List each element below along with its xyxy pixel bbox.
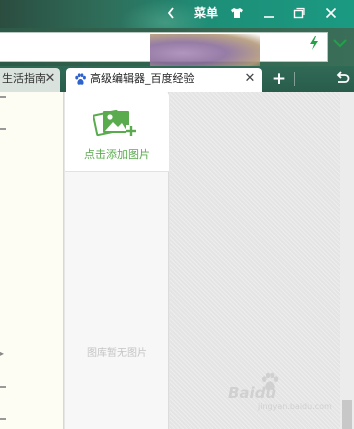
tab-previous[interactable]: 生活指南 ✕ [0, 68, 60, 92]
shirt-icon [231, 8, 243, 18]
vertical-scrollbar[interactable] [340, 92, 354, 429]
tab-strip: 生活指南 ✕ 高级编辑器_百度经验 ✕ + [0, 66, 354, 92]
undo-close-tab-button[interactable] [334, 71, 350, 87]
add-image-icon [93, 109, 136, 137]
gallery-empty-message: 图库暂无图片 [87, 348, 147, 359]
lightning-glyph [310, 36, 318, 50]
lightning-icon[interactable] [308, 35, 322, 51]
add-image-label: 点击添加图片 [84, 148, 150, 161]
new-tab-button[interactable]: + [270, 70, 288, 88]
baidu-paw-icon [75, 73, 86, 85]
title-bar: 菜单 [0, 0, 354, 28]
panel-marker [0, 128, 6, 130]
tab-separator [294, 72, 295, 86]
minimize-button[interactable] [262, 2, 276, 24]
tab-close-button[interactable]: ✕ [44, 68, 56, 90]
minimize-icon [264, 16, 274, 18]
scrollbar-thumb[interactable] [342, 400, 352, 429]
chevron-down-icon [333, 39, 347, 48]
skin-button[interactable] [230, 2, 244, 24]
image-gallery: 点击添加图片 图库暂无图片 [65, 92, 169, 429]
tab-active[interactable]: 高级编辑器_百度经验 ✕ [66, 68, 262, 92]
maximize-button[interactable] [292, 2, 306, 24]
close-icon [325, 7, 337, 19]
panel-marker [0, 96, 6, 98]
tab-label: 高级编辑器_百度经验 [90, 72, 195, 85]
panel-marker [0, 418, 6, 420]
add-image-button[interactable]: 点击添加图片 [65, 92, 169, 172]
skin-background-image [150, 34, 260, 66]
left-panel: ▸ [0, 92, 64, 429]
undo-icon [336, 71, 350, 83]
panel-marker [0, 386, 6, 388]
tab-label: 生活指南 [2, 72, 46, 85]
tab-close-button[interactable]: ✕ [244, 68, 256, 90]
watermark-brand: Baidu [228, 384, 277, 402]
watermark-url: jingyan.baidu.com [258, 402, 332, 411]
window-close-button[interactable] [322, 2, 340, 24]
baidu-watermark: Baidu jingyan.baidu.com [228, 372, 332, 412]
back-button[interactable] [164, 2, 178, 24]
maximize-icon [293, 7, 305, 19]
address-dropdown-button[interactable] [332, 35, 348, 51]
chevron-left-icon [167, 7, 174, 19]
expand-arrow-icon[interactable]: ▸ [0, 350, 4, 358]
menu-button[interactable]: 菜单 [186, 2, 226, 24]
